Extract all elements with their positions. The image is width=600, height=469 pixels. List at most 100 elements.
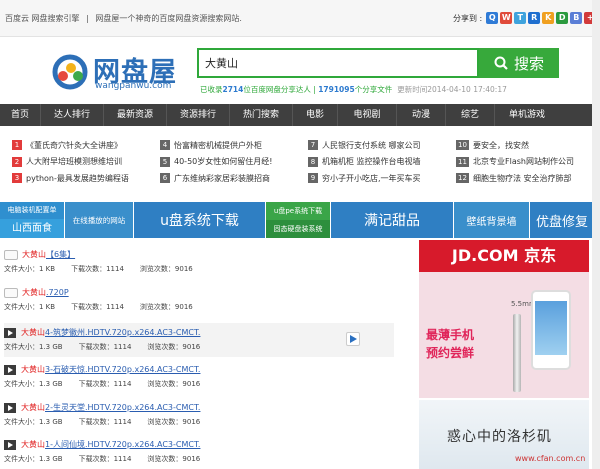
banner-usb-system[interactable]: u盘系统下载 — [134, 202, 265, 238]
banner-pc-config[interactable]: 电脑装机配置单 山西面食 — [0, 202, 64, 238]
share-kaixin-icon[interactable]: K — [542, 12, 555, 24]
banner-wallpaper[interactable]: 壁纸背景墙 — [454, 202, 529, 238]
hot-link[interactable]: 10 要安全，找安然 — [456, 137, 574, 154]
top-bar: 百度云 网盘搜索引擎 | 网盘屋一个神奇的百度网盘资源搜索网站. 分享到 : Q… — [0, 0, 600, 37]
share-baidu-icon[interactable]: B — [570, 12, 583, 24]
result-keyword: 大黄山 — [21, 403, 45, 412]
banner-text: 山西面食 — [0, 219, 64, 238]
search-button[interactable]: 搜索 — [479, 48, 559, 78]
hot-link[interactable]: 5 40-50岁女性如何留住月经! — [160, 154, 272, 171]
hot-link[interactable]: 11 北京专业Flash网站制作公司 — [456, 154, 574, 171]
share-weibo-icon[interactable]: W — [500, 12, 513, 24]
top-link-separator: | — [86, 14, 89, 23]
hot-link[interactable]: 6 广东维纳彩家居彩装膜招商 — [160, 170, 272, 187]
play-button[interactable] — [346, 332, 360, 346]
result-views: 浏览次数：9016 — [147, 418, 201, 426]
result-item-highlighted: 大黄山 4-筑梦徽州.HDTV.720p.x264.AC3-CMCT. 文件大小：… — [4, 323, 394, 357]
rank-badge: 3 — [12, 173, 22, 184]
rank-badge: 7 — [308, 140, 318, 151]
share-renren-icon[interactable]: R — [528, 12, 541, 24]
hot-column: 7 人民银行支付系统 哪家公司 8 机箱机柜 监控操作台电视墙 9 穷小子开小吃店,一… — [308, 137, 421, 187]
result-views: 浏览次数：9016 — [147, 455, 201, 463]
banner-usb-repair[interactable]: 优盘修复 — [530, 202, 592, 238]
result-views: 浏览次数：9016 — [139, 265, 193, 273]
result-title[interactable]: 大黄山 【6集】 — [4, 249, 394, 260]
hot-link[interactable]: 7 人民银行支付系统 哪家公司 — [308, 137, 421, 154]
nav-pc-games[interactable]: 单机游戏 — [495, 104, 559, 126]
share-tqq-icon[interactable]: T — [514, 12, 527, 24]
result-item: 大黄山 2-生灵天堂.HDTV.720p.x264.AC3-CMCT. 文件大小：… — [4, 402, 394, 427]
watermark: www.cfan.com.cn — [515, 454, 586, 463]
nav-hot-search[interactable]: 热门搜索 — [230, 104, 292, 126]
result-keyword: 大黄山 — [21, 328, 45, 337]
hot-link[interactable]: 9 穷小子开小吃店,一年买车买 — [308, 170, 421, 187]
result-title-rest: 2-生灵天堂.HDTV.720p.x264.AC3-CMCT. — [45, 403, 201, 412]
top-link-description[interactable]: 网盘屋一个神奇的百度网盘资源搜索网站. — [95, 14, 242, 23]
nav-tv-series[interactable]: 电视剧 — [338, 104, 396, 126]
share-bar: 分享到 : Q W T R K D B + — [453, 11, 597, 25]
hot-link-text: 广东维纳彩家居彩装膜招商 — [174, 173, 270, 183]
result-views: 浏览次数：9016 — [147, 343, 201, 351]
rank-badge: 6 — [160, 173, 170, 184]
result-title[interactable]: 大黄山 1-人间仙境.HDTV.720p.x264.AC3-CMCT. — [4, 439, 394, 450]
result-views: 浏览次数：9016 — [147, 380, 201, 388]
result-title[interactable]: 大黄山 .720P — [4, 287, 394, 298]
result-downloads: 下载次数：1114 — [78, 418, 132, 426]
result-downloads: 下载次数：1114 — [78, 343, 132, 351]
hot-link[interactable]: 1 《董氏奇穴针灸大全讲座》 — [12, 137, 129, 154]
top-links: 百度云 网盘搜索引擎 | 网盘屋一个神奇的百度网盘资源搜索网站. — [5, 13, 246, 24]
search-results: 大黄山 【6集】 文件大小：1 KB 下载次数：1114 浏览次数：9016 大黄山… — [0, 246, 400, 469]
site-logo[interactable]: 网盘屋 wangpanwu.com — [49, 52, 179, 92]
nav-resource-rank[interactable]: 资源排行 — [167, 104, 229, 126]
video-icon — [4, 327, 16, 338]
hot-link[interactable]: 8 机箱机柜 监控操作台电视墙 — [308, 154, 421, 171]
stats-users: 2714 — [222, 85, 244, 94]
jd-phone-ad[interactable]: JD.COM 京东 最薄手机 预约尝鲜 5.5mm — [419, 240, 589, 398]
result-keyword: 大黄山 — [22, 250, 46, 259]
share-qzone-icon[interactable]: Q — [486, 12, 499, 24]
result-title[interactable]: 大黄山 3-石破天惊.HDTV.720p.x264.AC3-CMCT. — [4, 364, 394, 375]
banner-online-play[interactable]: 在线播放的网站 — [65, 202, 133, 238]
result-title[interactable]: 大黄山 4-筑梦徽州.HDTV.720p.x264.AC3-CMCT. — [4, 323, 394, 338]
banner-text: 电脑装机配置单 — [0, 202, 64, 219]
rank-badge: 4 — [160, 140, 170, 151]
phone-side-image — [513, 314, 521, 392]
banner-text: u盘pe系统下载 — [266, 202, 330, 220]
hot-link-text: 穷小子开小吃店,一年买车买 — [322, 173, 421, 183]
result-title-rest: 4-筑梦徽州.HDTV.720p.x264.AC3-CMCT. — [45, 328, 201, 337]
scrollbar[interactable] — [592, 0, 600, 469]
result-size: 文件大小：1.3 GB — [4, 380, 63, 388]
result-title-rest: 【6集】 — [46, 250, 76, 259]
result-meta: 文件大小：1.3 GB 下载次数：1114 浏览次数：9016 — [4, 454, 394, 464]
hot-link[interactable]: 12 细胞生物疗法 安全治疗肺部 — [456, 170, 574, 187]
hot-link-text: 机箱机柜 监控操作台电视墙 — [322, 157, 421, 167]
banner-text: 固态硬盘装系统 — [266, 220, 330, 238]
banner-dessert[interactable]: 满记甜品 — [331, 202, 453, 238]
hot-link[interactable]: 3 python-最具发展趋势编程语 — [12, 170, 129, 187]
folder-icon — [4, 287, 18, 298]
result-title[interactable]: 大黄山 2-生灵天堂.HDTV.720p.x264.AC3-CMCT. — [4, 402, 394, 413]
banner-usb-pe[interactable]: u盘pe系统下载 固态硬盘装系统 — [266, 202, 330, 238]
hot-link-text: 要安全，找安然 — [473, 140, 529, 150]
nav-variety[interactable]: 综艺 — [446, 104, 494, 126]
hot-link[interactable]: 4 怡富精密机械提供户外柜 — [160, 137, 272, 154]
hot-link[interactable]: 2 人大附早培班模测想维培训 — [12, 154, 129, 171]
phone-front-image — [531, 290, 571, 370]
hot-link-text: 40-50岁女性如何留住月经! — [174, 157, 273, 167]
la-ad[interactable]: 惑心中的洛杉矶 www.cfan.com.cn — [419, 400, 589, 469]
top-link-baiduyun[interactable]: 百度云 网盘搜索引擎 — [5, 14, 80, 23]
nav-home[interactable]: 首页 — [0, 104, 40, 126]
nav-anime[interactable]: 动漫 — [397, 104, 445, 126]
hot-link-text: 人民银行支付系统 哪家公司 — [322, 140, 421, 150]
nav-uploader-rank[interactable]: 达人排行 — [41, 104, 103, 126]
stats-files: 1791095 — [318, 85, 355, 94]
nav-movies[interactable]: 电影 — [293, 104, 337, 126]
search-box — [197, 48, 479, 78]
stats-updated: 更新时间2014-04-10 17:40:17 — [397, 85, 507, 94]
nav-latest[interactable]: 最新资源 — [104, 104, 166, 126]
search-input[interactable] — [199, 50, 477, 76]
result-size: 文件大小：1 KB — [4, 303, 56, 311]
hot-link-text: 《董氏奇穴针灸大全讲座》 — [26, 140, 122, 150]
result-item: 大黄山 3-石破天惊.HDTV.720p.x264.AC3-CMCT. 文件大小：… — [4, 364, 394, 389]
share-douban-icon[interactable]: D — [556, 12, 569, 24]
